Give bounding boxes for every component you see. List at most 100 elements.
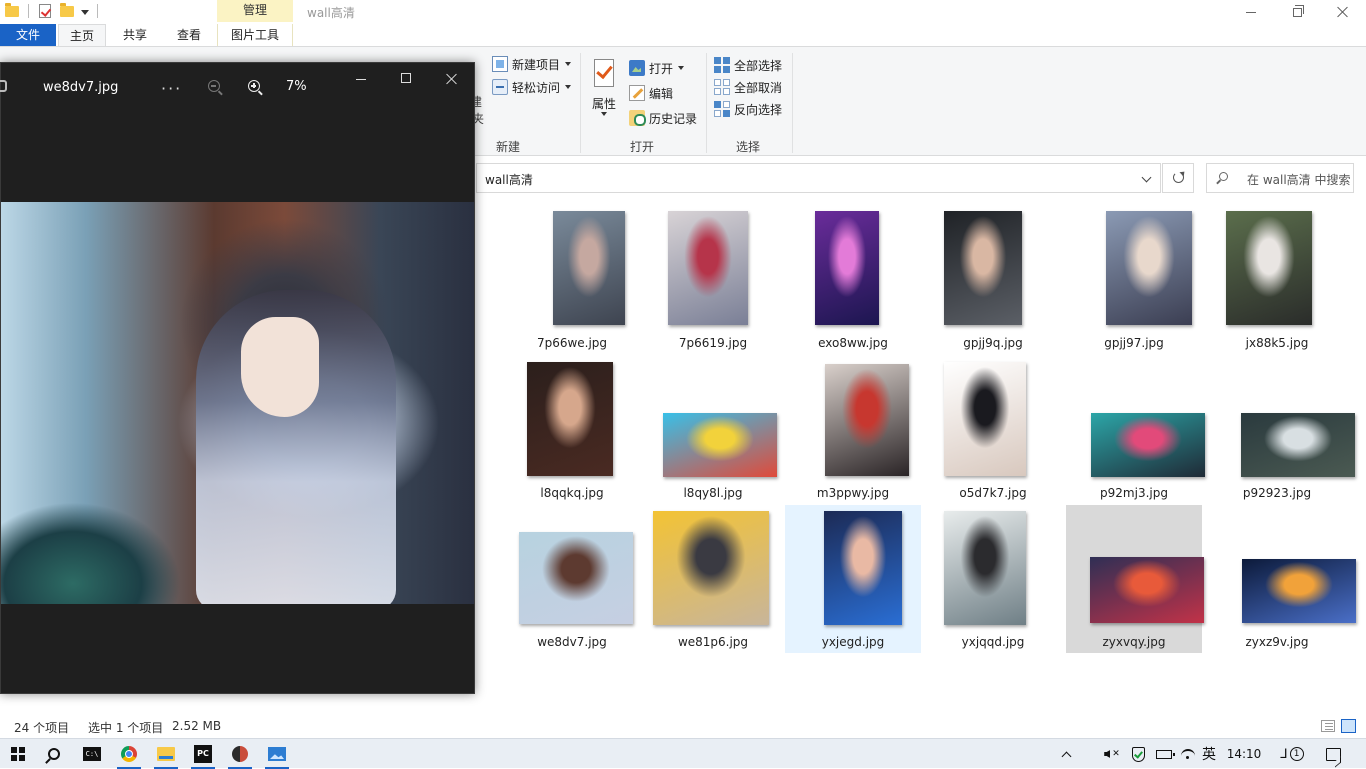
taskbar-search-button[interactable] — [36, 739, 72, 769]
select-all-button[interactable]: 全部选择 — [714, 55, 782, 75]
invert-selection-label: 反向选择 — [734, 102, 783, 117]
close-button[interactable] — [1320, 0, 1366, 24]
history-button[interactable]: 历史记录 — [629, 108, 697, 128]
file-tile[interactable]: yxjqqd.jpg — [925, 505, 1061, 653]
tab-home[interactable]: 主页 — [58, 24, 106, 46]
quick-access-toolbar — [0, 3, 98, 19]
search-input[interactable]: 在 wall高清 中搜索 — [1206, 163, 1354, 193]
file-thumbnail — [825, 364, 909, 476]
input-method-indicator[interactable]: 英 — [1200, 739, 1218, 769]
tab-share[interactable]: 共享 — [112, 24, 158, 46]
taskbar-paint[interactable] — [222, 739, 258, 769]
file-thumbnail — [527, 362, 613, 476]
file-name: l8qqkq.jpg — [540, 486, 604, 500]
edit-button[interactable]: 编辑 — [629, 83, 673, 103]
file-tile[interactable]: exo8ww.jpg — [785, 206, 921, 354]
address-path[interactable]: wall高清 — [485, 171, 533, 188]
ribbon-tab-strip: 文件 主页 共享 查看 图片工具 ? — [0, 24, 1366, 67]
open-label: 打开 — [649, 61, 674, 76]
show-hidden-icons-button[interactable] — [1058, 739, 1074, 769]
taskbar-file-explorer[interactable] — [148, 739, 184, 769]
tab-view[interactable]: 查看 — [166, 24, 212, 46]
address-history-chevron-icon[interactable] — [1141, 172, 1152, 183]
file-tile[interactable]: 7p6619.jpg — [645, 206, 781, 354]
taskbar-photos[interactable] — [259, 739, 295, 769]
volume-button[interactable]: ✕ — [1102, 739, 1122, 769]
taskbar-cmd[interactable]: C:\ — [74, 739, 110, 769]
properties-dropdown-icon[interactable] — [601, 112, 607, 116]
taskbar-pycharm[interactable]: PC — [185, 739, 221, 769]
new-item-button[interactable]: 新建项目 — [492, 54, 572, 74]
zoom-in-icon[interactable] — [248, 80, 260, 92]
restore-button[interactable] — [1274, 0, 1320, 24]
search-icon — [48, 748, 60, 760]
file-thumbnail — [663, 413, 777, 477]
select-all-icon — [714, 57, 730, 73]
file-tile[interactable]: we8dv7.jpg — [504, 505, 640, 653]
zoom-out-icon[interactable] — [208, 80, 220, 92]
file-tile[interactable]: p92923.jpg — [1209, 356, 1355, 504]
zoom-level[interactable]: 7% — [286, 79, 307, 94]
tab-picture-tools[interactable]: 图片工具 — [217, 24, 293, 46]
customize-qat-dropdown-icon[interactable] — [81, 10, 89, 15]
file-name: yxjegd.jpg — [821, 635, 885, 649]
file-tile[interactable]: m3ppwy.jpg — [785, 356, 921, 504]
invert-selection-button[interactable]: 反向选择 — [714, 99, 782, 119]
file-tile[interactable]: 7p66we.jpg — [504, 206, 640, 354]
file-thumbnail — [944, 211, 1022, 325]
file-name: o5d7k7.jpg — [959, 486, 1027, 500]
network-button[interactable] — [1180, 739, 1196, 769]
file-tile[interactable]: l8qqkq.jpg — [504, 356, 640, 504]
file-tile[interactable]: zyxvqy.jpg — [1066, 505, 1204, 653]
open-button[interactable]: 打开 — [629, 58, 685, 78]
shield-icon — [1131, 746, 1145, 762]
file-thumbnail — [824, 511, 902, 625]
pycharm-icon: PC — [194, 745, 212, 763]
viewer-close-icon[interactable] — [446, 73, 458, 85]
file-tile[interactable]: jx88k5.jpg — [1209, 206, 1345, 354]
new-group-label: 新建 — [496, 140, 521, 154]
ime-notification[interactable]: ⅃ 1 — [1280, 739, 1304, 769]
file-tile[interactable]: p92mj3.jpg — [1066, 356, 1205, 504]
security-tray-button[interactable] — [1128, 739, 1148, 769]
notification-badge: 1 — [1289, 747, 1304, 761]
taskbar-chrome[interactable] — [111, 739, 147, 769]
viewer-maximize-icon[interactable] — [401, 73, 411, 83]
action-center-icon — [1325, 747, 1341, 761]
file-thumbnail — [1106, 211, 1192, 325]
large-icons-view-icon[interactable] — [1341, 719, 1356, 733]
minimize-button[interactable] — [1228, 0, 1274, 24]
viewer-minimize-icon[interactable] — [356, 79, 366, 80]
file-tile[interactable]: gpjj9q.jpg — [925, 206, 1061, 354]
refresh-button[interactable] — [1162, 163, 1194, 193]
file-explorer-icon — [157, 747, 175, 761]
chevron-down-icon — [565, 85, 572, 89]
details-view-icon[interactable] — [1321, 720, 1335, 732]
file-tile[interactable]: we81p6.jpg — [645, 505, 781, 653]
easy-access-icon — [492, 79, 508, 95]
address-bar[interactable]: wall高清 — [476, 163, 1161, 193]
more-options-button[interactable]: ··· — [161, 79, 182, 98]
file-tile[interactable]: o5d7k7.jpg — [925, 356, 1061, 504]
file-thumbnail — [519, 532, 633, 624]
viewer-image[interactable] — [1, 202, 474, 604]
selected-size: 2.52 MB — [172, 719, 222, 733]
action-center-button[interactable] — [1322, 739, 1344, 769]
clock[interactable]: 14:10 — [1222, 739, 1266, 769]
file-name: zyxz9v.jpg — [1245, 635, 1309, 649]
easy-access-button[interactable]: 轻松访问 — [492, 77, 572, 97]
folder-icon[interactable] — [4, 3, 20, 19]
file-tile[interactable]: zyxz9v.jpg — [1209, 505, 1356, 653]
battery-button[interactable] — [1154, 739, 1175, 769]
start-button[interactable] — [0, 739, 36, 769]
status-bar: 24 个项目 选中 1 个项目 2.52 MB — [0, 715, 1366, 738]
properties-check-icon[interactable] — [37, 3, 53, 19]
file-tile[interactable]: yxjegd.jpg — [785, 505, 921, 653]
properties-icon[interactable] — [594, 59, 614, 87]
tab-file[interactable]: 文件 — [0, 24, 56, 46]
properties-label[interactable]: 属性 — [592, 95, 616, 112]
file-tile[interactable]: gpjj97.jpg — [1066, 206, 1202, 354]
file-tile[interactable]: l8qy8l.jpg — [645, 356, 781, 504]
select-none-button[interactable]: 全部取消 — [714, 77, 782, 97]
new-folder-icon[interactable] — [59, 3, 75, 19]
